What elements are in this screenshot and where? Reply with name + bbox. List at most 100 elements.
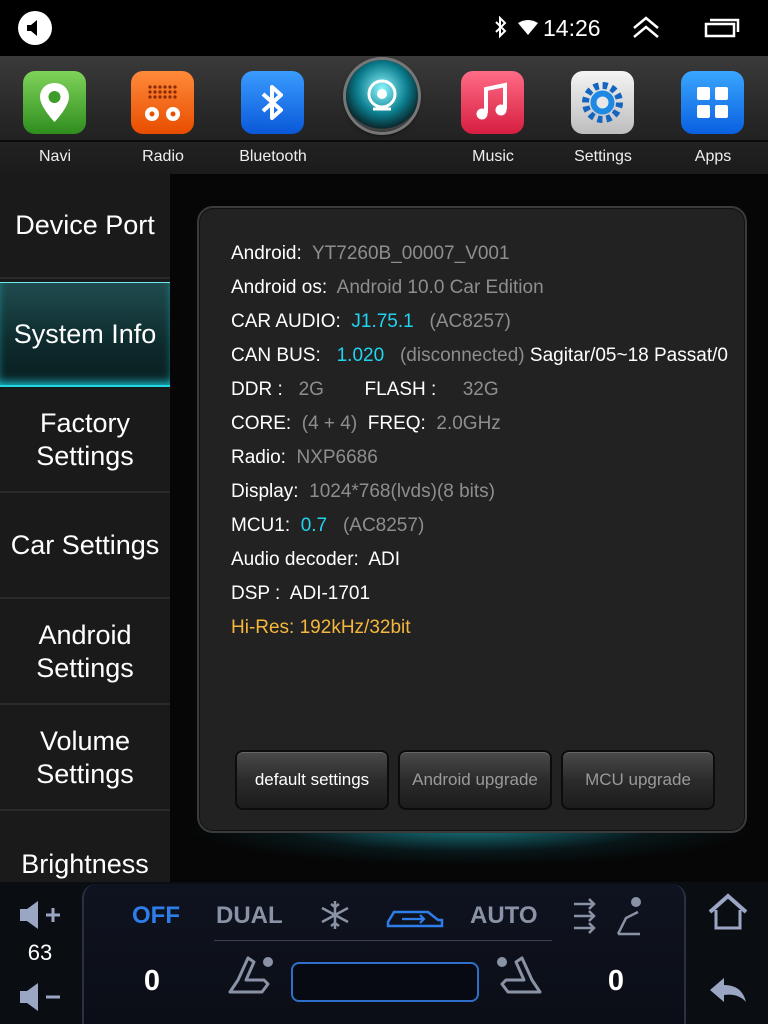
mute-button[interactable] <box>18 11 52 45</box>
app-radio[interactable]: Radio <box>108 56 218 174</box>
camera-app-button[interactable] <box>346 60 418 132</box>
dual-zone-button[interactable]: DUAL <box>216 902 283 930</box>
volume-down-icon[interactable] <box>18 980 64 1014</box>
info-car-model: Sagitar/05~18 Passat/0 <box>529 345 728 366</box>
info-can-bus: CAN BUS: 1.020 (disconnected) Sagitar/05… <box>231 345 728 375</box>
clock: 14:26 <box>543 15 601 41</box>
info-value: 1024*768(lvds)(8 bits) <box>309 481 496 502</box>
map-pin-icon <box>23 71 86 134</box>
main-content: Android: YT7260B_00007_V001 Android os: … <box>170 174 768 882</box>
info-audio-decoder: Audio decoder: ADI <box>231 549 400 579</box>
info-value: (4 + 4) <box>301 413 358 434</box>
ac-off-button[interactable]: OFF <box>132 902 180 930</box>
menu-item-factory-settings[interactable]: Factory Settings <box>0 388 170 493</box>
info-label: MCU1: <box>231 515 291 536</box>
info-mcu: MCU1: 0.7 (AC8257) <box>231 515 424 545</box>
info-label: Display: <box>231 481 299 502</box>
passenger-seat-heat-icon[interactable] <box>494 954 546 998</box>
app-bluetooth[interactable]: Bluetooth <box>218 56 328 174</box>
info-label: Android os: <box>231 277 328 298</box>
info-hires: Hi-Res: 192kHz/32bit <box>231 617 411 638</box>
info-chip: (AC8257) <box>342 515 425 536</box>
volume-level: 63 <box>27 940 53 965</box>
info-value: 2.0GHz <box>436 413 501 434</box>
info-value: 2G <box>298 379 324 400</box>
expand-up-icon[interactable] <box>632 16 660 38</box>
menu-item-label: Brightness <box>21 849 149 879</box>
bluetooth-icon <box>241 71 304 134</box>
info-status: (disconnected) <box>399 345 525 366</box>
info-value: 1.020 <box>336 345 385 366</box>
snowflake-icon[interactable] <box>318 898 352 932</box>
info-dsp: DSP : ADI-1701 <box>231 583 370 613</box>
menu-item-label: Car Settings <box>10 530 160 560</box>
app-label: Apps <box>694 148 732 165</box>
menu-item-device-port[interactable]: Device Port <box>0 174 170 279</box>
app-navi[interactable]: Navi <box>0 56 110 174</box>
gear-icon <box>571 71 634 134</box>
speaker-icon <box>27 20 37 36</box>
info-label: Radio: <box>231 447 286 468</box>
menu-item-car-settings[interactable]: Car Settings <box>0 494 170 599</box>
menu-item-system-info[interactable]: System Info <box>0 282 170 387</box>
info-chip: (AC8257) <box>429 311 511 332</box>
info-label: DSP : <box>231 583 281 604</box>
info-label: Android: <box>231 243 302 264</box>
air-recirculation-icon[interactable] <box>384 902 446 932</box>
info-value: YT7260B_00007_V001 <box>312 243 510 264</box>
mcu-upgrade-button[interactable]: MCU upgrade <box>561 750 715 810</box>
app-label: Music <box>472 148 514 165</box>
info-value: J1.75.1 <box>351 311 414 332</box>
info-value: Android 10.0 Car Edition <box>336 277 544 298</box>
menu-item-volume-settings[interactable]: Volume Settings <box>0 706 170 811</box>
app-dock: Navi Radio Bluetooth Music Settings Apps <box>0 56 768 174</box>
info-label: FREQ: <box>367 413 426 434</box>
auto-climate-button[interactable]: AUTO <box>470 902 538 930</box>
bluetooth-status-icon <box>495 16 507 38</box>
info-label: DDR : <box>231 379 283 400</box>
info-value: ADI-1701 <box>289 583 371 604</box>
info-value: ADI <box>368 549 401 570</box>
info-value: 32G <box>462 379 499 400</box>
android-upgrade-button[interactable]: Android upgrade <box>398 750 552 810</box>
volume-up-icon[interactable] <box>18 898 64 932</box>
status-bar: 14:26 <box>0 0 768 56</box>
menu-item-label: Volume Settings <box>36 725 134 789</box>
info-cpu: CORE: (4 + 4) FREQ: 2.0GHz <box>231 413 501 443</box>
climate-divider <box>214 940 552 941</box>
app-label: Bluetooth <box>239 148 307 165</box>
app-label: Settings <box>574 148 632 165</box>
info-label: Audio decoder: <box>231 549 359 570</box>
climate-bar: 63 OFF DUAL AUTO 0 0 <box>0 882 768 1024</box>
info-android-os: Android os: Android 10.0 Car Edition <box>231 277 544 307</box>
settings-menu: Device Port System Info Factory Settings… <box>0 174 170 882</box>
info-radio: Radio: NXP6686 <box>231 447 378 477</box>
home-icon[interactable] <box>706 892 750 932</box>
wifi-status-icon <box>518 20 538 35</box>
app-apps[interactable]: Apps <box>658 56 768 174</box>
default-settings-button[interactable]: default settings <box>235 750 389 810</box>
recent-apps-icon[interactable] <box>704 18 740 38</box>
driver-temperature[interactable]: 0 <box>128 965 176 998</box>
info-label: CAN BUS: <box>231 345 321 366</box>
fan-speed-display[interactable] <box>291 962 479 1002</box>
camera-icon <box>367 79 397 111</box>
info-car-audio: CAR AUDIO: J1.75.1 (AC8257) <box>231 311 511 341</box>
menu-item-android-settings[interactable]: Android Settings <box>0 600 170 705</box>
menu-item-brightness[interactable]: Brightness <box>0 812 170 882</box>
menu-item-label: System Info <box>13 318 157 349</box>
info-display: Display: 1024*768(lvds)(8 bits) <box>231 481 495 511</box>
menu-item-label: Android Settings <box>36 619 134 683</box>
info-memory: DDR : 2G FLASH : 32G <box>231 379 499 409</box>
info-android: Android: YT7260B_00007_V001 <box>231 243 510 273</box>
app-settings[interactable]: Settings <box>548 56 658 174</box>
back-icon[interactable] <box>706 974 750 1006</box>
app-music[interactable]: Music <box>438 56 548 174</box>
system-info-panel: Android: YT7260B_00007_V001 Android os: … <box>197 206 747 833</box>
airflow-mode-icon[interactable] <box>572 894 646 940</box>
apps-grid-icon <box>681 71 744 134</box>
music-note-icon <box>461 71 524 134</box>
passenger-temperature[interactable]: 0 <box>592 965 640 998</box>
driver-seat-heat-icon[interactable] <box>224 954 276 998</box>
menu-item-label: Device Port <box>15 210 155 240</box>
